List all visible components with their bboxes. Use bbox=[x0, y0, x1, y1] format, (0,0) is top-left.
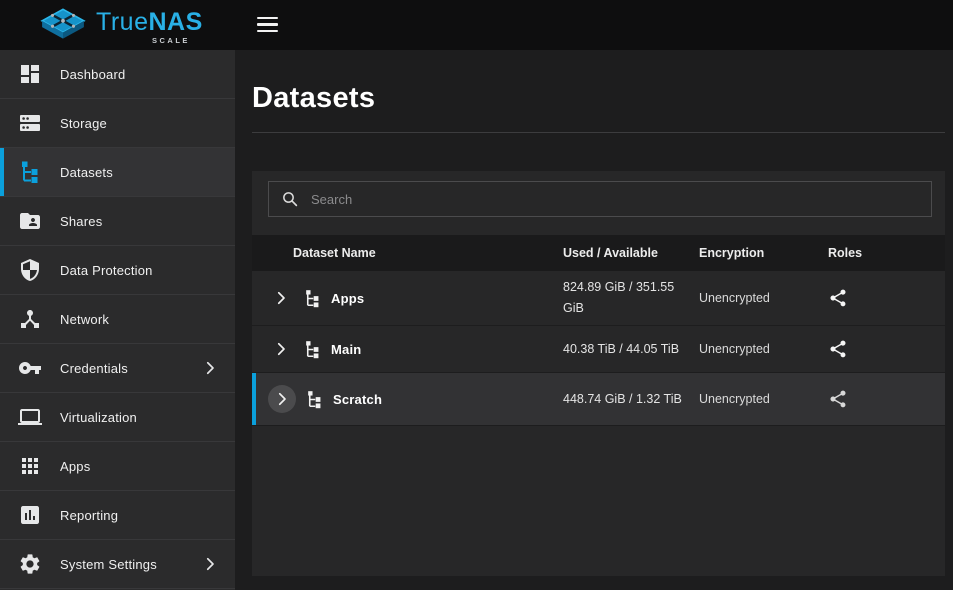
share-icon[interactable] bbox=[828, 339, 848, 359]
gear-icon bbox=[18, 552, 42, 576]
storage-icon bbox=[18, 111, 42, 135]
sidebar-item-credentials[interactable]: Credentials bbox=[0, 344, 235, 393]
datasets-icon bbox=[18, 160, 42, 184]
title-divider bbox=[252, 132, 945, 133]
chevron-right-icon bbox=[201, 555, 219, 573]
expand-chevron-icon[interactable] bbox=[268, 385, 296, 413]
laptop-icon bbox=[18, 405, 42, 429]
sidebar-item-label: Shares bbox=[60, 214, 102, 229]
dataset-icon bbox=[303, 289, 322, 308]
sidebar-item-dashboard[interactable]: Dashboard bbox=[0, 50, 235, 99]
used-available-value: 824.89 GiB / 351.55 GiB bbox=[563, 277, 699, 318]
sidebar-item-label: Dashboard bbox=[60, 67, 125, 82]
chevron-right-icon bbox=[201, 359, 219, 377]
hamburger-menu-icon[interactable] bbox=[257, 14, 278, 35]
used-available-value: 40.38 TiB / 44.05 TiB bbox=[563, 339, 699, 360]
apps-grid-icon bbox=[18, 454, 42, 478]
column-header-roles[interactable]: Roles bbox=[828, 246, 945, 260]
encryption-value: Unencrypted bbox=[699, 392, 828, 406]
dataset-name: Scratch bbox=[333, 392, 382, 407]
chart-icon bbox=[18, 503, 42, 527]
shares-icon bbox=[18, 209, 42, 233]
sidebar-item-system-settings[interactable]: System Settings bbox=[0, 540, 235, 589]
column-header-encryption[interactable]: Encryption bbox=[699, 246, 828, 260]
sidebar-item-label: Virtualization bbox=[60, 410, 137, 425]
truenas-logo[interactable]: TrueNAS SCALE bbox=[40, 8, 203, 43]
search-icon bbox=[281, 190, 299, 208]
table-header: Dataset Name Used / Available Encryption… bbox=[252, 235, 945, 271]
share-icon[interactable] bbox=[828, 389, 848, 409]
sidebar-item-datasets[interactable]: Datasets bbox=[0, 148, 235, 197]
dataset-name: Apps bbox=[331, 291, 364, 306]
dataset-icon bbox=[303, 340, 322, 359]
encryption-value: Unencrypted bbox=[699, 291, 828, 305]
network-icon bbox=[18, 307, 42, 331]
sidebar-item-label: Data Protection bbox=[60, 263, 153, 278]
sidebar-item-virtualization[interactable]: Virtualization bbox=[0, 393, 235, 442]
sidebar: Dashboard Storage Datasets Shares Data P… bbox=[0, 50, 235, 590]
shield-icon bbox=[18, 258, 42, 282]
brand-text: TrueNAS SCALE bbox=[96, 10, 203, 45]
expand-chevron-icon[interactable] bbox=[268, 285, 294, 311]
sidebar-item-label: Datasets bbox=[60, 165, 113, 180]
truenas-logo-icon bbox=[40, 8, 86, 42]
sidebar-item-storage[interactable]: Storage bbox=[0, 99, 235, 148]
share-icon[interactable] bbox=[828, 288, 848, 308]
sidebar-item-network[interactable]: Network bbox=[0, 295, 235, 344]
topbar: TrueNAS SCALE bbox=[0, 0, 953, 50]
datasets-panel: Dataset Name Used / Available Encryption… bbox=[252, 171, 945, 576]
dashboard-icon bbox=[18, 62, 42, 86]
table-row[interactable]: Main 40.38 TiB / 44.05 TiB Unencrypted bbox=[252, 326, 945, 373]
dataset-name: Main bbox=[331, 342, 361, 357]
expand-chevron-icon[interactable] bbox=[268, 336, 294, 362]
sidebar-item-label: Network bbox=[60, 312, 109, 327]
sidebar-item-shares[interactable]: Shares bbox=[0, 197, 235, 246]
sidebar-item-label: Reporting bbox=[60, 508, 118, 523]
sidebar-item-data-protection[interactable]: Data Protection bbox=[0, 246, 235, 295]
key-icon bbox=[18, 356, 42, 380]
sidebar-item-label: Credentials bbox=[60, 361, 128, 376]
search-box[interactable] bbox=[268, 181, 932, 217]
column-header-used-available[interactable]: Used / Available bbox=[563, 246, 699, 260]
sidebar-item-label: Apps bbox=[60, 459, 90, 474]
main-content: Datasets Dataset Name Used / Available E… bbox=[235, 50, 953, 590]
search-input[interactable] bbox=[311, 192, 919, 207]
encryption-value: Unencrypted bbox=[699, 342, 828, 356]
column-header-dataset-name[interactable]: Dataset Name bbox=[252, 246, 563, 260]
brand-name: TrueNAS bbox=[96, 10, 203, 35]
brand-edition: SCALE bbox=[152, 37, 203, 45]
table-row[interactable]: Apps 824.89 GiB / 351.55 GiB Unencrypted bbox=[252, 271, 945, 326]
sidebar-item-label: Storage bbox=[60, 116, 107, 131]
sidebar-item-apps[interactable]: Apps bbox=[0, 442, 235, 491]
dataset-icon bbox=[305, 390, 324, 409]
table-row[interactable]: Scratch 448.74 GiB / 1.32 TiB Unencrypte… bbox=[252, 373, 945, 426]
used-available-value: 448.74 GiB / 1.32 TiB bbox=[563, 389, 699, 410]
sidebar-item-label: System Settings bbox=[60, 557, 157, 572]
sidebar-item-reporting[interactable]: Reporting bbox=[0, 491, 235, 540]
page-title: Datasets bbox=[252, 50, 945, 115]
